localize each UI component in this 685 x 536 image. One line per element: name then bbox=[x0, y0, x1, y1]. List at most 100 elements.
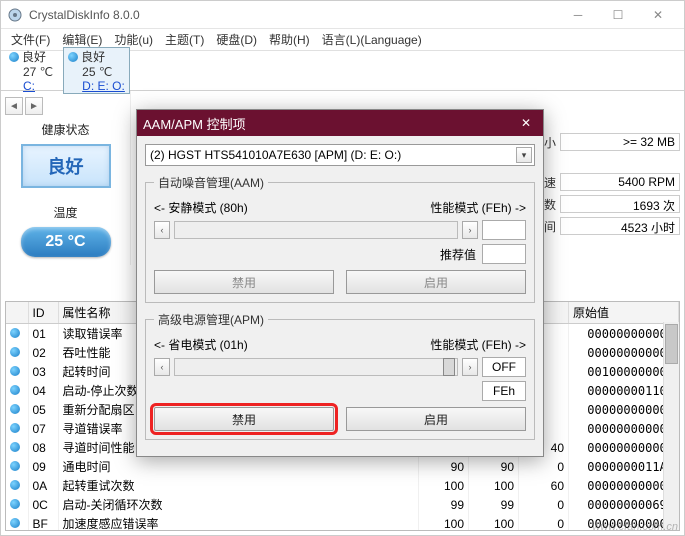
cell-id: 04 bbox=[28, 381, 58, 400]
apm-slider-track[interactable] bbox=[174, 358, 458, 376]
next-drive-button[interactable]: ► bbox=[25, 97, 43, 115]
cell-id: 08 bbox=[28, 438, 58, 457]
cell-c2: 99 bbox=[469, 495, 519, 514]
cell-c2: 90 bbox=[469, 457, 519, 476]
menu-help[interactable]: 帮助(H) bbox=[263, 29, 316, 50]
cell-c3: 0 bbox=[519, 495, 569, 514]
info-grid: 大小>= 32 MB 转速5400 RPM 次数1693 次 时间4523 小时 bbox=[520, 131, 680, 237]
scrollbar-thumb[interactable] bbox=[665, 324, 678, 364]
app-icon bbox=[7, 7, 23, 23]
status-dot-icon bbox=[10, 404, 20, 414]
health-status-box: 良好 bbox=[21, 144, 111, 188]
status-dot-icon bbox=[10, 385, 20, 395]
aam-slider-track[interactable] bbox=[174, 221, 458, 239]
table-row[interactable]: 09通电时间909000000000011AB bbox=[6, 457, 679, 476]
cell-raw: 000000000000 bbox=[569, 400, 679, 419]
cell-c1: 100 bbox=[419, 514, 469, 531]
apm-legend: 高级电源管理(APM) bbox=[154, 311, 268, 328]
status-dot-icon bbox=[68, 52, 78, 62]
status-dot-icon bbox=[10, 461, 20, 471]
info-val: 5400 RPM bbox=[560, 173, 680, 191]
cell-id: 0C bbox=[28, 495, 58, 514]
table-row[interactable]: 0C启动-关闭循环次数9999000000000069D bbox=[6, 495, 679, 514]
cell-id: 09 bbox=[28, 457, 58, 476]
col-raw[interactable]: 原始值 bbox=[569, 302, 679, 324]
cell-raw: 000000000000 bbox=[569, 476, 679, 495]
drive-status: 良好 bbox=[81, 48, 105, 65]
aam-legend: 自动噪音管理(AAM) bbox=[154, 174, 268, 191]
status-dot-icon bbox=[10, 366, 20, 376]
drive-strip: 良好 27 ℃ C: 良好 25 ℃ D: E: O: bbox=[1, 51, 684, 91]
cell-raw: 000000000000 bbox=[569, 438, 679, 457]
table-row[interactable]: BF加速度感应错误率1001000000000000000 bbox=[6, 514, 679, 531]
cell-raw: 000000000000 bbox=[569, 419, 679, 438]
dialog-titlebar[interactable]: AAM/APM 控制项 ✕ bbox=[137, 110, 543, 136]
drive-temp: 27 ℃ bbox=[9, 65, 53, 79]
aam-disable-button[interactable]: 禁用 bbox=[154, 270, 334, 294]
status-dot-icon bbox=[10, 347, 20, 357]
drive-item-0[interactable]: 良好 27 ℃ C: bbox=[5, 48, 57, 93]
aam-apm-dialog: AAM/APM 控制项 ✕ (2) HGST HTS541010A7E630 [… bbox=[136, 109, 544, 457]
cell-id: 0A bbox=[28, 476, 58, 495]
drive-select-combo[interactable]: (2) HGST HTS541010A7E630 [APM] (D: E: O:… bbox=[145, 144, 535, 166]
apm-enable-button[interactable]: 启用 bbox=[346, 407, 526, 431]
apm-slider-thumb[interactable] bbox=[443, 358, 455, 376]
table-row[interactable]: 0A起转重试次数10010060000000000000 bbox=[6, 476, 679, 495]
aam-enable-button[interactable]: 启用 bbox=[346, 270, 526, 294]
aam-slider-left[interactable]: ‹ bbox=[154, 221, 170, 239]
drive-select-value: (2) HGST HTS541010A7E630 [APM] (D: E: O:… bbox=[150, 148, 401, 162]
status-dot-icon bbox=[10, 328, 20, 338]
cell-raw: 00000000110A bbox=[569, 381, 679, 400]
info-val: >= 32 MB bbox=[560, 133, 680, 151]
col-id[interactable]: ID bbox=[28, 302, 58, 324]
apm-value-box: OFF bbox=[482, 357, 526, 377]
aam-value-box bbox=[482, 220, 526, 240]
drive-temp: 25 ℃ bbox=[68, 65, 112, 79]
aam-group: 自动噪音管理(AAM) <- 安静模式 (80h) 性能模式 (FEh) -> … bbox=[145, 174, 535, 303]
status-dot-icon bbox=[10, 423, 20, 433]
cell-c3: 60 bbox=[519, 476, 569, 495]
cell-c3: 0 bbox=[519, 457, 569, 476]
apm-group: 高级电源管理(APM) <- 省电模式 (01h) 性能模式 (FEh) -> … bbox=[145, 311, 535, 440]
apm-disable-button[interactable]: 禁用 bbox=[154, 407, 334, 431]
temp-value-pill: 25 °C bbox=[21, 227, 111, 257]
menu-lang[interactable]: 语言(L)(Language) bbox=[316, 29, 428, 50]
status-dot-icon bbox=[9, 52, 19, 62]
cell-name: 起转重试次数 bbox=[58, 476, 419, 495]
cell-raw: 000000000000 bbox=[569, 324, 679, 344]
cell-id: 03 bbox=[28, 362, 58, 381]
apm-slider-left[interactable]: ‹ bbox=[154, 358, 170, 376]
cell-raw: 001000000001 bbox=[569, 362, 679, 381]
aam-rec-label: 推荐值 bbox=[440, 246, 476, 263]
aam-slider-right[interactable]: › bbox=[462, 221, 478, 239]
apm-perf-label: 性能模式 (FEh) -> bbox=[430, 336, 526, 353]
dialog-title: AAM/APM 控制项 bbox=[143, 114, 515, 133]
apm-slider-right[interactable]: › bbox=[462, 358, 478, 376]
health-title: 健康状态 bbox=[5, 121, 126, 138]
aam-quiet-label: <- 安静模式 (80h) bbox=[154, 199, 248, 216]
close-button[interactable]: ✕ bbox=[638, 4, 678, 26]
info-val: 1693 次 bbox=[560, 195, 680, 213]
left-pane: ◄ ► 健康状态 良好 温度 25 °C bbox=[1, 91, 131, 265]
cell-id: 07 bbox=[28, 419, 58, 438]
aam-rec-value bbox=[482, 244, 526, 264]
cell-id: 05 bbox=[28, 400, 58, 419]
drive-item-1[interactable]: 良好 25 ℃ D: E: O: bbox=[63, 47, 130, 94]
menu-theme[interactable]: 主题(T) bbox=[159, 29, 210, 50]
cell-raw: 0000000011AB bbox=[569, 457, 679, 476]
col-status[interactable] bbox=[6, 302, 28, 324]
table-scrollbar[interactable] bbox=[663, 322, 679, 530]
status-dot-icon bbox=[10, 480, 20, 490]
prev-drive-button[interactable]: ◄ bbox=[5, 97, 23, 115]
aam-perf-label: 性能模式 (FEh) -> bbox=[430, 199, 526, 216]
cell-raw: 000000000000 bbox=[569, 343, 679, 362]
cell-name: 启动-关闭循环次数 bbox=[58, 495, 419, 514]
dialog-close-button[interactable]: ✕ bbox=[515, 114, 537, 132]
menu-disk[interactable]: 硬盘(D) bbox=[210, 29, 263, 50]
menu-file[interactable]: 文件(F) bbox=[5, 29, 56, 50]
maximize-button[interactable]: ☐ bbox=[598, 4, 638, 26]
minimize-button[interactable]: ─ bbox=[558, 4, 598, 26]
cell-raw: 00000000069D bbox=[569, 495, 679, 514]
info-val: 4523 小时 bbox=[560, 217, 680, 235]
temp-title: 温度 bbox=[5, 204, 126, 221]
